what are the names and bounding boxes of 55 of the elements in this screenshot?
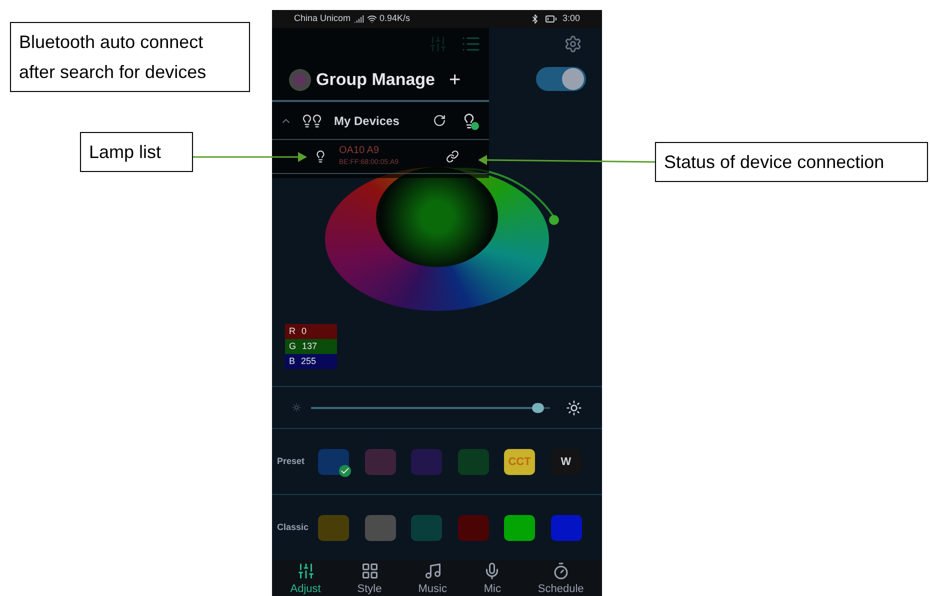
channel-letter: G	[289, 340, 296, 353]
channel-value: 137	[302, 340, 318, 353]
color-swatch[interactable]	[364, 448, 396, 475]
color-swatch[interactable]	[458, 514, 488, 541]
bulbs-icon	[300, 112, 324, 128]
battery-icon	[544, 12, 558, 25]
tab-icon	[360, 562, 379, 580]
carrier-text: China Unicom	[294, 12, 351, 26]
color-swatch[interactable]	[504, 514, 535, 541]
color-swatch[interactable]: W	[550, 448, 582, 475]
color-swatch[interactable]	[411, 448, 442, 475]
settings-icon[interactable]	[564, 34, 582, 53]
add-group-button[interactable]: +	[449, 65, 461, 95]
bright-sun-icon	[566, 400, 582, 416]
bottom-tab[interactable]: Music	[418, 562, 447, 595]
callout-label: Bluetooth auto connect after search for devices	[10, 22, 250, 92]
row-label: Classic	[276, 521, 310, 534]
tab-icon	[424, 562, 442, 580]
swatch-label: CCT	[508, 454, 531, 470]
signal-icon	[354, 14, 364, 24]
group-name: My Devices	[334, 112, 400, 130]
channel-value: 0	[302, 324, 307, 338]
network-speed: 0.94K/s	[380, 12, 410, 26]
bluetooth-icon	[530, 14, 540, 24]
tab-icon	[296, 562, 315, 580]
power-toggle[interactable]	[536, 67, 586, 92]
bottom-tab[interactable]: Adjust	[290, 562, 321, 595]
device-name: OA10 A9	[339, 144, 380, 156]
bottom-tab[interactable]: Schedule	[538, 562, 584, 595]
color-swatch[interactable]	[318, 514, 349, 541]
callout-label: Lamp list	[80, 132, 193, 172]
bottom-tab[interactable]: Mic	[483, 562, 502, 595]
row-label: Preset	[276, 455, 306, 468]
color-swatch[interactable]	[364, 514, 396, 541]
color-swatch[interactable]	[411, 514, 442, 541]
clock-time: 3:00	[562, 12, 580, 26]
refresh-icon[interactable]	[433, 114, 446, 127]
bottom-tab[interactable]: Style	[357, 562, 382, 595]
channel-letter: R	[289, 324, 296, 338]
equalizer-icon[interactable]	[429, 34, 447, 53]
wifi-icon	[366, 14, 377, 24]
color-wheel-drawing[interactable]	[325, 166, 561, 311]
bulb-icon	[314, 149, 327, 164]
color-swatch[interactable]	[318, 448, 349, 475]
callout-label: Status of device connection	[655, 142, 928, 182]
swatch-label: W	[560, 454, 572, 470]
channel-letter: B	[289, 354, 296, 368]
drawer-title: Group Manage	[316, 69, 436, 92]
group-color-orb-icon	[289, 69, 311, 91]
channel-value: 255	[301, 354, 316, 368]
dim-sun-icon	[292, 403, 301, 412]
color-swatch[interactable]	[458, 448, 488, 475]
tab-icon	[552, 562, 570, 580]
check-icon	[339, 464, 351, 477]
color-swatch[interactable]	[550, 514, 582, 541]
